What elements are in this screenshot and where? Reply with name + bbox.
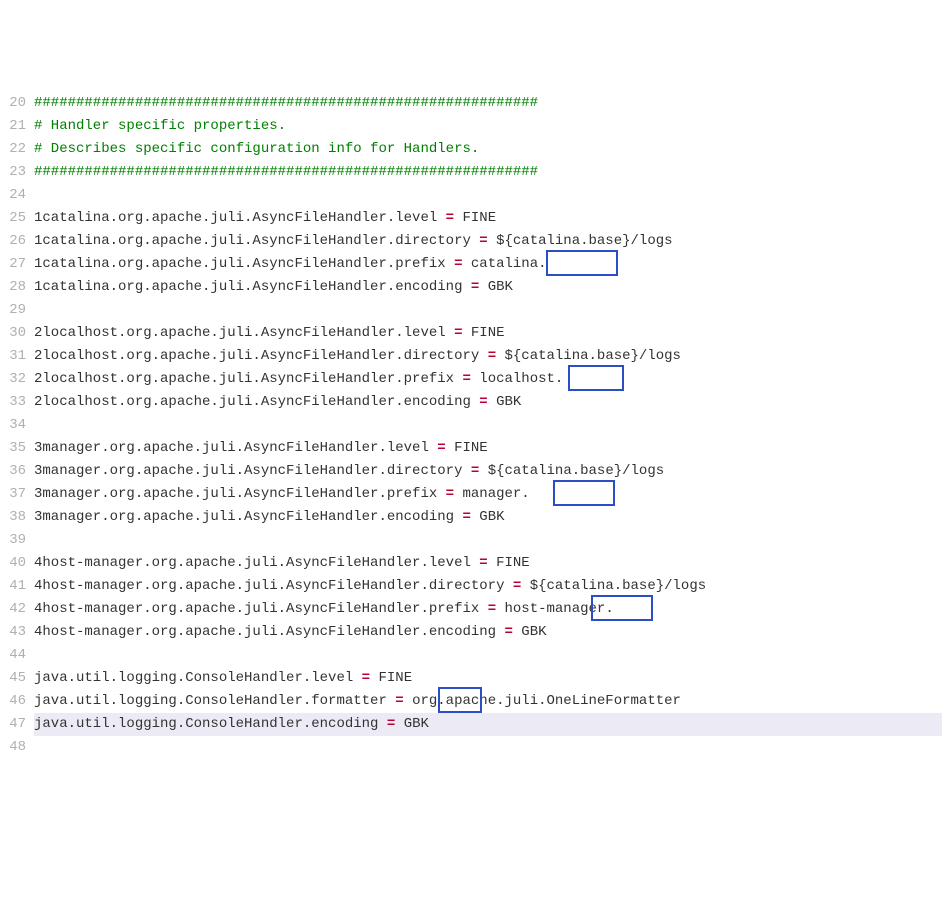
prop-key: 1catalina.org.apache.juli.AsyncFileHandl… (34, 279, 462, 295)
line-number: 42 (0, 598, 26, 621)
line-number: 43 (0, 621, 26, 644)
line-number: 44 (0, 644, 26, 667)
equals-op: = (395, 693, 403, 709)
prop-value: host-manager. (505, 601, 614, 617)
prop-value: catalina. (471, 256, 547, 272)
line-number: 30 (0, 322, 26, 345)
prop-key: 2localhost.org.apache.juli.AsyncFileHand… (34, 371, 454, 387)
line-number: 33 (0, 391, 26, 414)
line-number: 46 (0, 690, 26, 713)
prop-key: 4host-manager.org.apache.juli.AsyncFileH… (34, 601, 479, 617)
line-number: 23 (0, 161, 26, 184)
prop-value: GBK (488, 279, 513, 295)
line-number: 26 (0, 230, 26, 253)
prop-value: ${catalina.base}/logs (530, 578, 706, 594)
prop-key: 3manager.org.apache.juli.AsyncFileHandle… (34, 486, 437, 502)
prop-value: GBK (496, 394, 521, 410)
prop-value: FINE (378, 670, 412, 686)
equals-op: = (488, 601, 496, 617)
line-number: 37 (0, 483, 26, 506)
line-number: 24 (0, 184, 26, 207)
comment-border: ########################################… (34, 164, 538, 180)
prop-key: 4host-manager.org.apache.juli.AsyncFileH… (34, 555, 471, 571)
line-number: 31 (0, 345, 26, 368)
line-number: 48 (0, 736, 26, 759)
equals-op: = (479, 555, 487, 571)
line-number: 45 (0, 667, 26, 690)
line-gutter: 2021222324252627282930313233343536373839… (0, 92, 34, 764)
equals-op: = (462, 371, 470, 387)
prop-value: GBK (404, 716, 429, 732)
prop-value: ${catalina.base}/logs (488, 463, 664, 479)
prop-key: 3manager.org.apache.juli.AsyncFileHandle… (34, 440, 429, 456)
line-number: 39 (0, 529, 26, 552)
prop-key: 2localhost.org.apache.juli.AsyncFileHand… (34, 348, 479, 364)
prop-value: GBK (479, 509, 504, 525)
prop-value: org.apache.juli.OneLineFormatter (412, 693, 681, 709)
prop-key: 2localhost.org.apache.juli.AsyncFileHand… (34, 325, 446, 341)
equals-op: = (504, 624, 512, 640)
equals-op: = (362, 670, 370, 686)
equals-op: = (387, 716, 395, 732)
prop-key: 1catalina.org.apache.juli.AsyncFileHandl… (34, 233, 471, 249)
equals-op: = (454, 256, 462, 272)
prop-value: ${catalina.base}/logs (505, 348, 681, 364)
line-number: 25 (0, 207, 26, 230)
line-number: 40 (0, 552, 26, 575)
prop-key: java.util.logging.ConsoleHandler.encodin… (34, 716, 378, 732)
equals-op: = (471, 279, 479, 295)
line-number: 38 (0, 506, 26, 529)
line-number: 21 (0, 115, 26, 138)
prop-value: ${catalina.base}/logs (496, 233, 672, 249)
line-number: 36 (0, 460, 26, 483)
prop-value: FINE (471, 325, 505, 341)
comment-border: ########################################… (34, 95, 538, 111)
prop-key: 4host-manager.org.apache.juli.AsyncFileH… (34, 624, 496, 640)
prop-key: 3manager.org.apache.juli.AsyncFileHandle… (34, 509, 454, 525)
prop-key: 1catalina.org.apache.juli.AsyncFileHandl… (34, 256, 446, 272)
line-number: 34 (0, 414, 26, 437)
equals-op: = (437, 440, 445, 456)
code-editor[interactable]: 2021222324252627282930313233343536373839… (0, 92, 942, 764)
prop-key: 3manager.org.apache.juli.AsyncFileHandle… (34, 463, 462, 479)
line-number: 29 (0, 299, 26, 322)
prop-key: 1catalina.org.apache.juli.AsyncFileHandl… (34, 210, 437, 226)
equals-op: = (471, 463, 479, 479)
line-number: 35 (0, 437, 26, 460)
line-number: 47 (0, 713, 26, 736)
code-area[interactable]: ########################################… (34, 92, 942, 764)
prop-key: java.util.logging.ConsoleHandler.formatt… (34, 693, 387, 709)
line-number: 32 (0, 368, 26, 391)
line-number: 41 (0, 575, 26, 598)
prop-value: localhost. (479, 371, 563, 387)
prop-key: java.util.logging.ConsoleHandler.level (34, 670, 353, 686)
equals-op: = (462, 509, 470, 525)
equals-op: = (479, 233, 487, 249)
prop-value: FINE (496, 555, 530, 571)
equals-op: = (454, 325, 462, 341)
prop-key: 4host-manager.org.apache.juli.AsyncFileH… (34, 578, 504, 594)
equals-op: = (446, 486, 454, 502)
equals-op: = (488, 348, 496, 364)
comment-line: # Handler specific properties. (34, 118, 286, 134)
line-number: 27 (0, 253, 26, 276)
line-number: 22 (0, 138, 26, 161)
comment-line: # Describes specific configuration info … (34, 141, 479, 157)
prop-value: GBK (521, 624, 546, 640)
equals-op: = (446, 210, 454, 226)
prop-value: FINE (462, 210, 496, 226)
line-number: 28 (0, 276, 26, 299)
prop-key: 2localhost.org.apache.juli.AsyncFileHand… (34, 394, 471, 410)
prop-value: manager. (462, 486, 529, 502)
prop-value: FINE (454, 440, 488, 456)
equals-op: = (479, 394, 487, 410)
equals-op: = (513, 578, 521, 594)
line-number: 20 (0, 92, 26, 115)
